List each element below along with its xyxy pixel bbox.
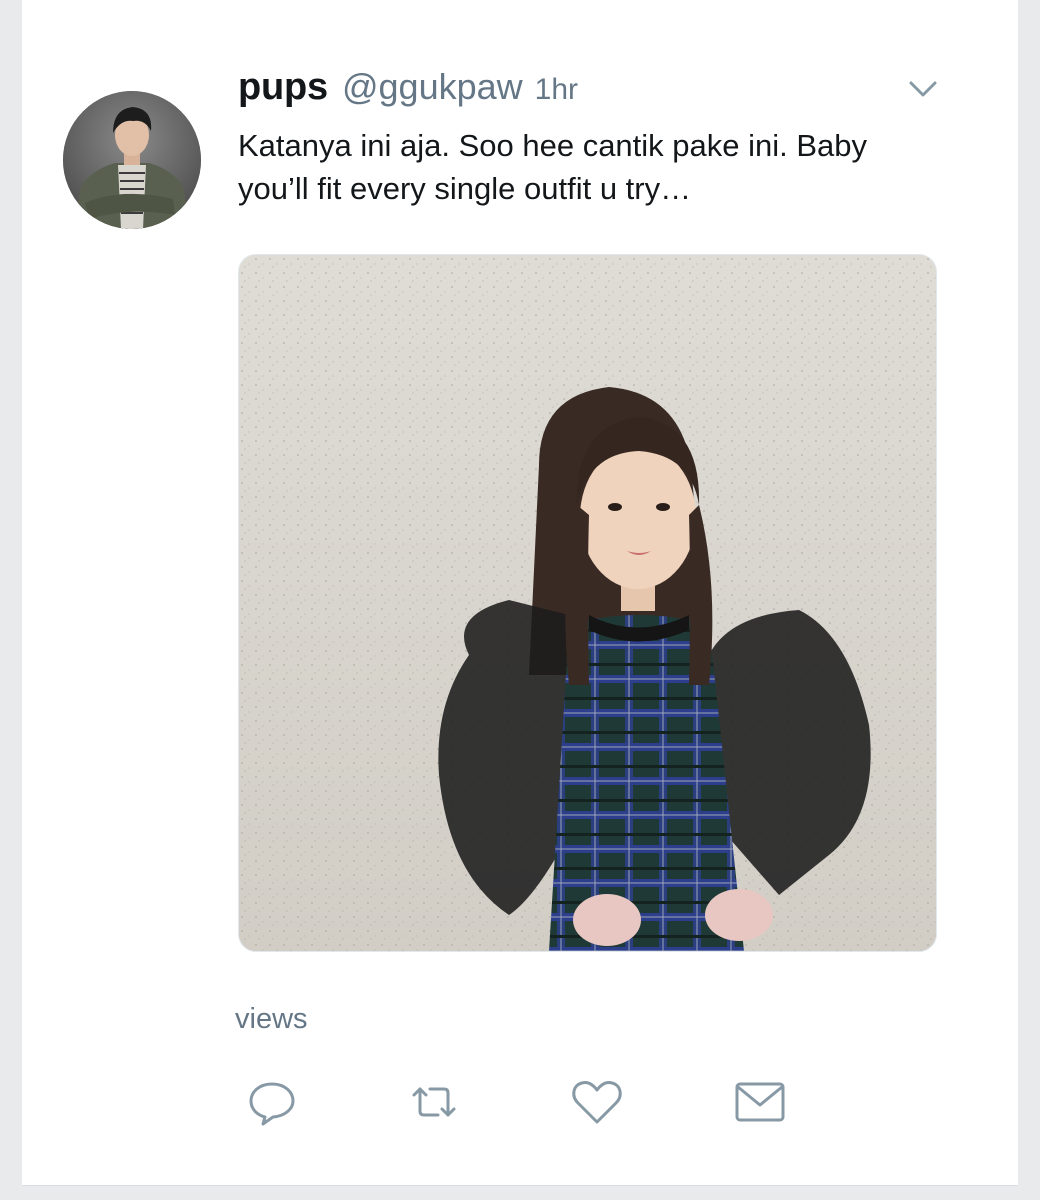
like-button[interactable]: [569, 1076, 625, 1128]
tweet-divider: [22, 1185, 1018, 1186]
tweet-text-line: Katanya ini aja. Soo hee cantik pake ini…: [238, 128, 868, 163]
author-avatar[interactable]: [63, 91, 201, 229]
tweet-timestamp[interactable]: 1hr: [535, 73, 578, 107]
photo-image: [239, 255, 936, 951]
reply-icon: [249, 1082, 295, 1126]
avatar-photo: [63, 91, 201, 229]
mail-icon: [735, 1082, 785, 1122]
views-label[interactable]: views: [235, 1003, 308, 1036]
share-button[interactable]: [732, 1076, 788, 1128]
tweet-media-photo[interactable]: [238, 254, 937, 952]
tweet-text: Katanya ini aja. Soo hee cantik pake ini…: [238, 124, 958, 210]
tweet-text-line: you’ll fit every single outfit u try…: [238, 171, 692, 206]
retweet-icon: [412, 1087, 456, 1117]
retweet-button[interactable]: [406, 1076, 462, 1128]
author-handle[interactable]: @ggukpaw: [342, 66, 523, 108]
reply-button[interactable]: [244, 1076, 300, 1128]
author-display-name[interactable]: pups: [238, 66, 328, 109]
chevron-down-icon[interactable]: [902, 74, 944, 104]
tweet-header: pups @ggukpaw 1hr: [238, 66, 578, 116]
heart-icon: [572, 1081, 622, 1124]
